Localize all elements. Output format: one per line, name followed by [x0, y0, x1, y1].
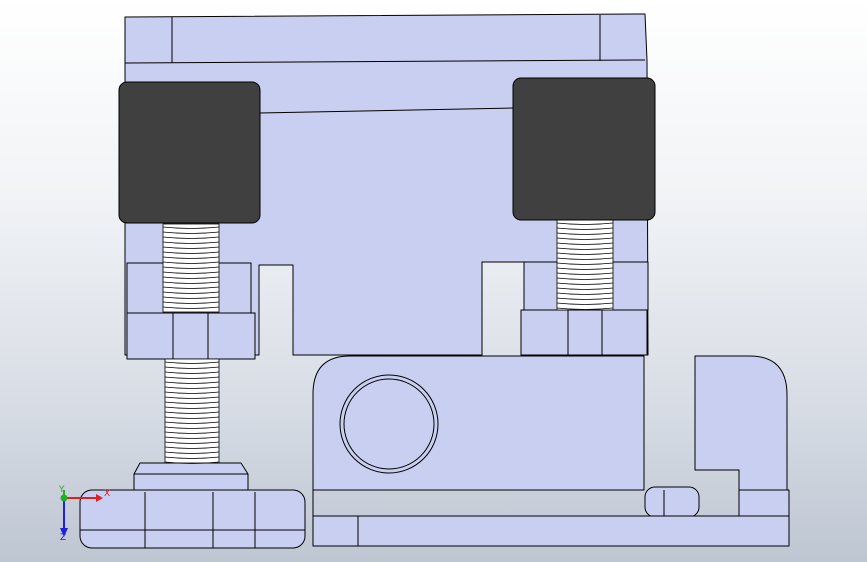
right-l-bracket[interactable]: [694, 355, 788, 491]
foot-neck: [133, 473, 249, 491]
y-axis-label: Y: [59, 485, 65, 495]
foot-pad[interactable]: [79, 489, 306, 549]
right-rubber-pad[interactable]: [512, 77, 656, 221]
foot-cap: [133, 462, 249, 475]
z-axis-label: Z: [60, 533, 67, 543]
cad-viewport[interactable]: X Y Z: [0, 0, 867, 562]
left-rubber-pad[interactable]: [118, 81, 261, 224]
right-nut: [520, 309, 648, 356]
left-nut: [126, 312, 256, 360]
fixture-assembly-model[interactable]: [0, 0, 867, 562]
bore-outer: [339, 374, 439, 474]
bracket-foot: [738, 489, 790, 517]
bracket-nub: [644, 486, 700, 518]
base-plate[interactable]: [312, 515, 790, 547]
x-axis-label: X: [104, 489, 111, 499]
